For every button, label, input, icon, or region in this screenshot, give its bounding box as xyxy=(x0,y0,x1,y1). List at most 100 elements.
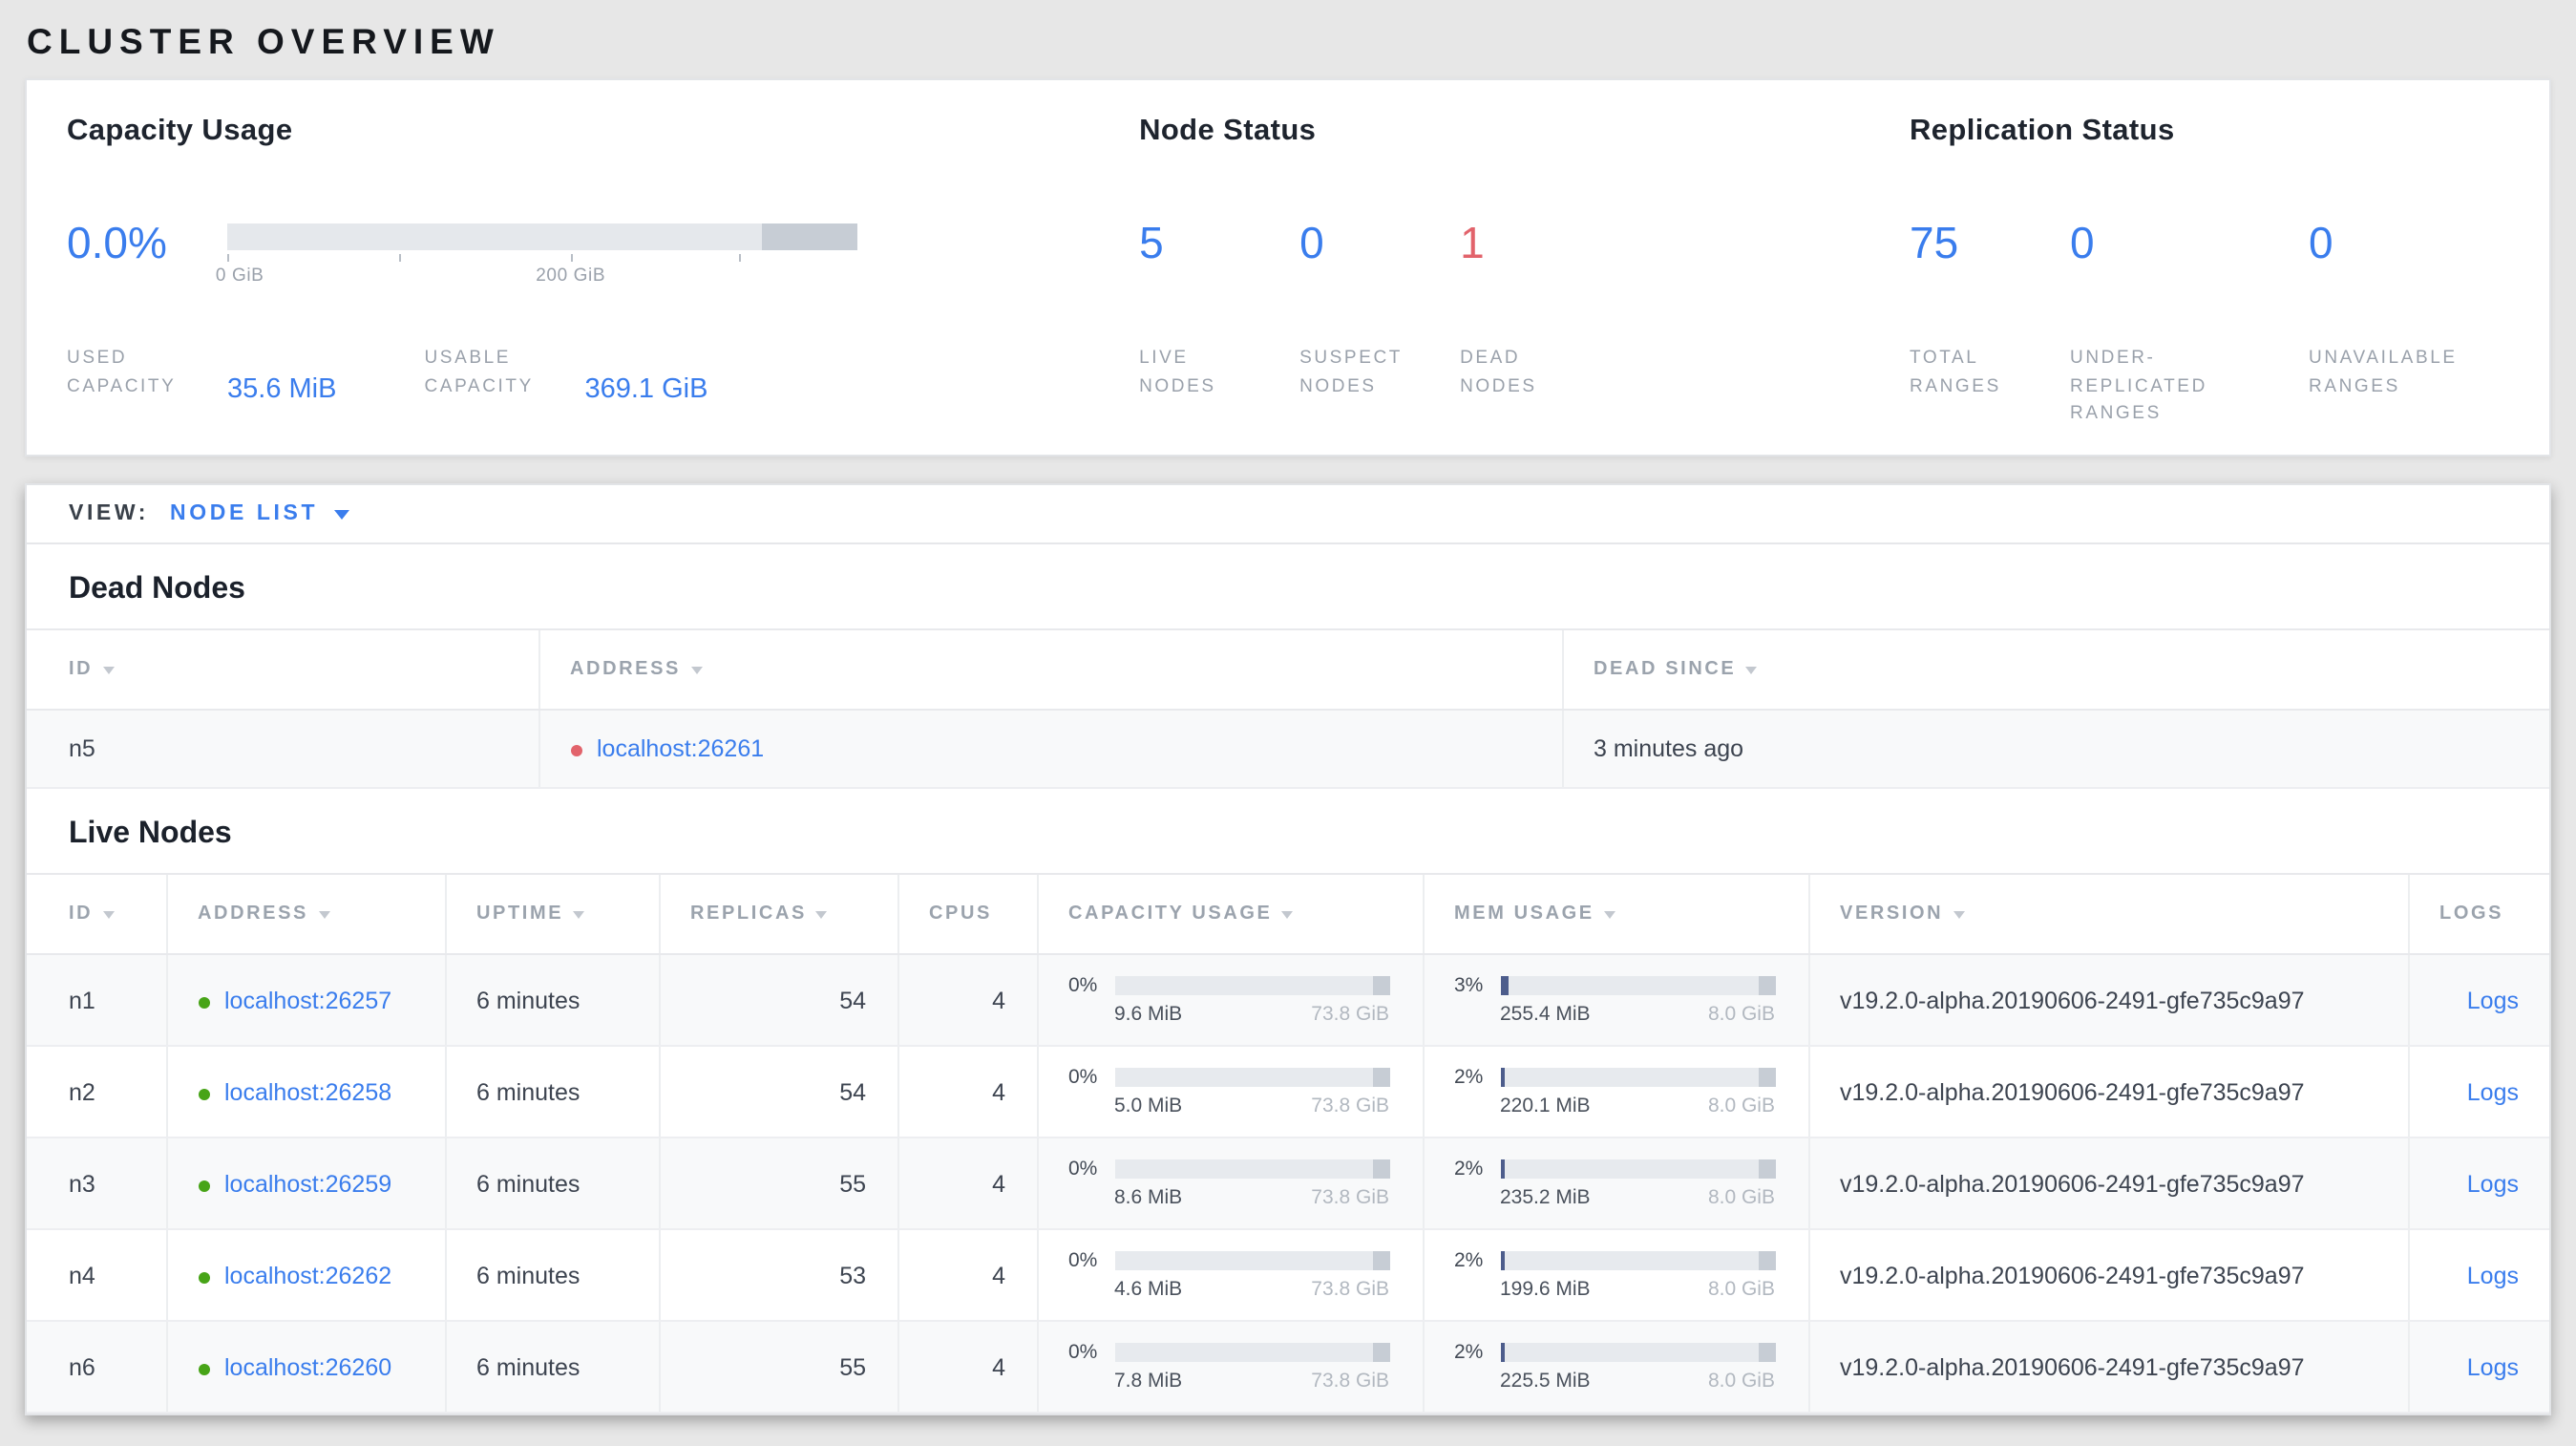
version-cell: v19.2.0-alpha.20190606-2491-gfe735c9a97 xyxy=(1807,954,2408,1047)
node-address-link[interactable]: localhost:26262 xyxy=(224,1262,391,1288)
unavailable-ranges-label: UNAVAILABLE RANGES xyxy=(2309,348,2458,397)
capacity-percent: 0% xyxy=(1068,1066,1098,1089)
capacity-usage-cell: 0% 9.6 MiB 73.8 GiB xyxy=(1036,954,1423,1047)
live-nodes-stat: 5 LIVE NODES xyxy=(1139,218,1299,402)
column-header-label: ADDRESS xyxy=(570,659,681,680)
sort-desc-icon xyxy=(102,911,115,919)
node-address-cell: localhost:26257 xyxy=(165,954,445,1047)
logs-link[interactable]: Logs xyxy=(2467,1353,2519,1380)
uptime-cell: 6 minutes xyxy=(444,1046,659,1138)
capacity-percent: 0% xyxy=(1068,1341,1098,1364)
node-address-link[interactable]: localhost:26257 xyxy=(224,987,391,1013)
mem-mini-bar xyxy=(1500,1343,1775,1362)
node-address-link[interactable]: localhost:26260 xyxy=(224,1353,391,1380)
view-selector-dropdown[interactable]: NODE LIST xyxy=(170,502,349,525)
node-address-link[interactable]: localhost:26259 xyxy=(224,1170,391,1197)
used-capacity-label: USED CAPACITY xyxy=(67,348,177,397)
logs-link[interactable]: Logs xyxy=(2467,1170,2519,1197)
capacity-mini-bar xyxy=(1114,1159,1389,1179)
under-replicated-ranges-count: 0 xyxy=(2070,218,2095,267)
mem-mini-bar xyxy=(1500,1068,1775,1087)
cpus-cell: 4 xyxy=(897,1321,1037,1414)
used-capacity-value: 35.6 MiB xyxy=(227,374,337,406)
live-node-status-dot xyxy=(198,996,209,1008)
column-header-id[interactable]: ID xyxy=(27,873,166,955)
column-header-id[interactable]: ID xyxy=(27,628,538,711)
view-selected-value: NODE LIST xyxy=(170,502,319,525)
usable-capacity-label: USABLE CAPACITY xyxy=(424,348,534,397)
column-header-label: ADDRESS xyxy=(198,904,308,925)
mem-total-value: 8.0 GiB xyxy=(1707,1370,1775,1393)
column-header-address[interactable]: ADDRESS xyxy=(165,873,445,955)
mem-usage-cell: 2% 225.5 MiB 8.0 GiB xyxy=(1422,1321,1808,1414)
mem-mini-bar-fill xyxy=(1500,1159,1506,1179)
node-address-link[interactable]: localhost:26261 xyxy=(597,735,764,762)
capacity-usage-cell: 0% 7.8 MiB 73.8 GiB xyxy=(1036,1321,1423,1414)
used-capacity-stat: USED CAPACITY 35.6 MiB xyxy=(67,346,336,406)
column-header-cpus[interactable]: CPUS xyxy=(897,873,1037,955)
mem-mini-bar xyxy=(1500,1251,1775,1270)
suspect-nodes-count: 0 xyxy=(1299,218,1324,267)
mem-percent: 2% xyxy=(1454,1341,1484,1364)
page-title: CLUSTER OVERVIEW xyxy=(27,21,500,61)
node-id-cell: n3 xyxy=(27,1138,166,1230)
capacity-mini-bar-end-segment xyxy=(1372,1159,1389,1179)
cluster-overview-page: CLUSTER OVERVIEW Capacity Usage 0.0% 0 G… xyxy=(0,0,2576,1446)
mem-mini-bar-end-segment xyxy=(1758,1159,1775,1179)
dead-nodes-stat: 1 DEAD NODES xyxy=(1460,218,1620,402)
total-ranges-stat: 75 TOTAL RANGES xyxy=(1910,218,2070,430)
axis-tick xyxy=(570,254,573,262)
view-bar: VIEW: NODE LIST xyxy=(27,485,2549,544)
uptime-cell: 6 minutes xyxy=(444,1229,659,1322)
logs-link[interactable]: Logs xyxy=(2467,987,2519,1013)
column-header-mem-usage[interactable]: MEM USAGE xyxy=(1422,873,1808,955)
version-cell: v19.2.0-alpha.20190606-2491-gfe735c9a97 xyxy=(1807,1138,2408,1230)
cpus-cell: 4 xyxy=(897,1046,1037,1138)
sort-desc-icon xyxy=(1603,911,1615,919)
column-header-address[interactable]: ADDRESS xyxy=(538,628,1562,711)
capacity-used-value: 4.6 MiB xyxy=(1114,1278,1183,1301)
capacity-usage-cell: 0% 5.0 MiB 73.8 GiB xyxy=(1036,1046,1423,1138)
total-ranges-label: TOTAL RANGES xyxy=(1910,348,2001,397)
column-header-label: REPLICAS xyxy=(690,904,807,925)
column-header-dead-since[interactable]: DEAD SINCE xyxy=(1561,628,2549,711)
mem-percent: 2% xyxy=(1454,1066,1484,1089)
node-id-cell: n4 xyxy=(27,1229,166,1322)
node-list-panel: VIEW: NODE LIST Dead Nodes ID ADDRESS DE… xyxy=(25,483,2551,1415)
live-nodes-heading: Live Nodes xyxy=(69,818,232,850)
live-node-row: n3 localhost:26259 6 minutes 55 4 0% 8.6… xyxy=(27,1138,2549,1230)
node-address-cell: localhost:26258 xyxy=(165,1046,445,1138)
mem-mini-bar-end-segment xyxy=(1758,1343,1775,1362)
capacity-total-value: 73.8 GiB xyxy=(1311,1095,1389,1117)
node-address-cell: localhost:26261 xyxy=(538,710,1562,789)
mem-mini-bar-fill xyxy=(1500,1251,1506,1270)
dead-nodes-heading: Dead Nodes xyxy=(69,573,245,606)
node-status-section: Node Status 5 LIVE NODES 0 SUSPECT NODES… xyxy=(1139,115,1910,420)
column-header-uptime[interactable]: UPTIME xyxy=(444,873,659,955)
logs-link[interactable]: Logs xyxy=(2467,1078,2519,1105)
sort-desc-icon xyxy=(1745,667,1758,674)
capacity-used-value: 7.8 MiB xyxy=(1114,1370,1183,1393)
capacity-usage-chart: 0 GiB 200 GiB xyxy=(216,218,857,300)
dead-nodes-table: ID ADDRESS DEAD SINCE n5 localhost:26261… xyxy=(27,628,2549,789)
mem-mini-bar-fill xyxy=(1500,976,1509,995)
node-address-link[interactable]: localhost:26258 xyxy=(224,1078,391,1105)
capacity-total-value: 73.8 GiB xyxy=(1311,1003,1389,1026)
cpus-cell: 4 xyxy=(897,954,1037,1047)
column-header-label: CPUS xyxy=(929,904,992,925)
axis-tick xyxy=(398,254,401,262)
node-id-cell: n6 xyxy=(27,1321,166,1414)
column-header-replicas[interactable]: REPLICAS xyxy=(658,873,897,955)
capacity-axis: 0 GiB 200 GiB xyxy=(216,250,857,300)
cluster-summary-card: Capacity Usage 0.0% 0 GiB 200 GiB USED C… xyxy=(25,78,2551,457)
sort-desc-icon xyxy=(1953,911,1965,919)
column-header-capacity-usage[interactable]: CAPACITY USAGE xyxy=(1036,873,1423,955)
mem-mini-bar-fill xyxy=(1500,1343,1506,1362)
uptime-cell: 6 minutes xyxy=(444,1138,659,1230)
logs-link[interactable]: Logs xyxy=(2467,1262,2519,1288)
column-header-label: ID xyxy=(69,904,94,925)
column-header-label: ID xyxy=(69,659,94,680)
version-cell: v19.2.0-alpha.20190606-2491-gfe735c9a97 xyxy=(1807,1321,2408,1414)
live-node-row: n4 localhost:26262 6 minutes 53 4 0% 4.6… xyxy=(27,1229,2549,1322)
column-header-version[interactable]: VERSION xyxy=(1807,873,2408,955)
